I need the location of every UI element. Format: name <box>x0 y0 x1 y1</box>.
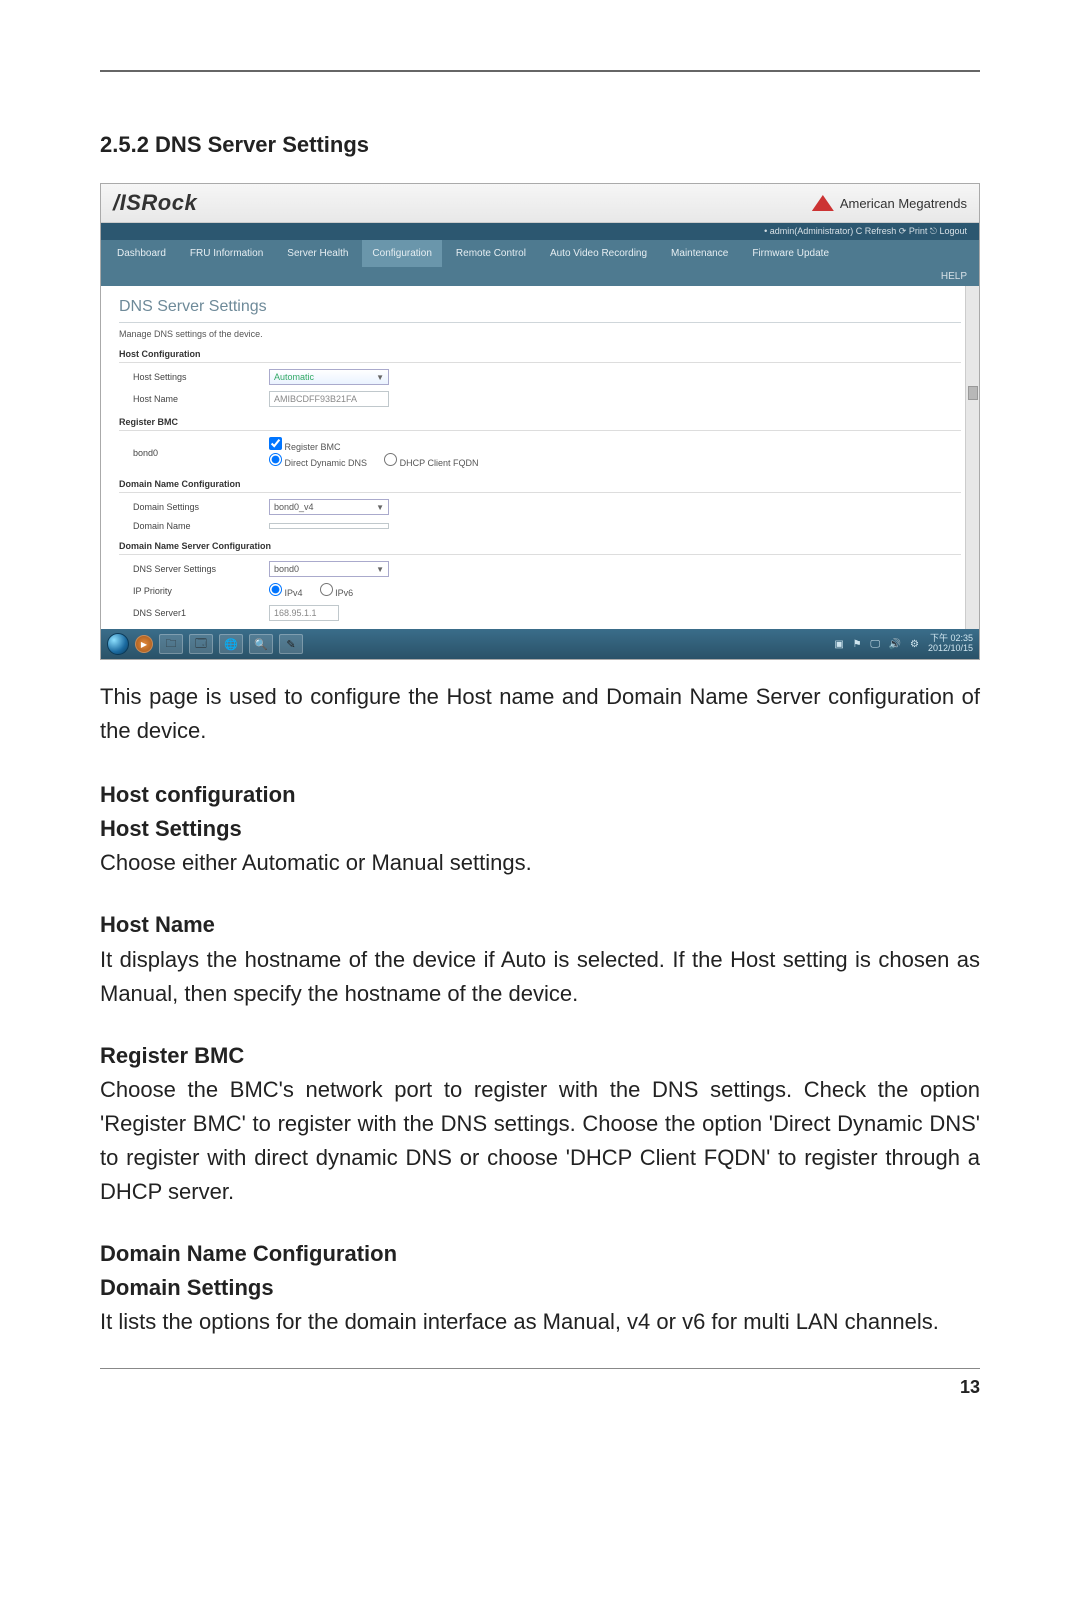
ss-register-bmc-title: Register BMC <box>119 417 961 431</box>
nav-server-health[interactable]: Server Health <box>277 240 358 267</box>
direct-dynamic-dns-radio[interactable]: Direct Dynamic DNS <box>269 458 367 468</box>
ss-desc: Manage DNS settings of the device. <box>119 329 961 339</box>
page-number: 13 <box>100 1369 980 1398</box>
dns-server1-label: DNS Server1 <box>119 608 269 618</box>
ss-body: DNS Server Settings Manage DNS settings … <box>101 286 979 629</box>
host-settings-heading: Host Settings <box>100 812 980 846</box>
ss-host-config-title: Host Configuration <box>119 349 961 363</box>
domain-settings-heading: Domain Settings <box>100 1271 980 1305</box>
domain-name-input[interactable] <box>269 523 389 529</box>
ss-domain-config-title: Domain Name Configuration <box>119 479 961 493</box>
ss-register-bmc: Register BMC bond0 Register BMC Direct D… <box>119 417 961 469</box>
ss-header: /ISRock American Megatrends <box>101 184 979 223</box>
dns-settings-label: DNS Server Settings <box>119 564 269 574</box>
ami-logo: American Megatrends <box>812 195 967 211</box>
ss-help-link[interactable]: HELP <box>101 267 979 286</box>
ipv4-label: IPv4 <box>285 588 303 598</box>
top-rule <box>100 70 980 72</box>
host-settings-text: Choose either Automatic or Manual settin… <box>100 846 980 880</box>
scrollbar[interactable] <box>965 286 979 629</box>
ipv6-label: IPv6 <box>335 588 353 598</box>
register-bmc-check-input[interactable] <box>269 437 282 450</box>
wmp-icon[interactable]: ▶ <box>135 635 153 653</box>
ami-triangle-icon <box>812 195 834 211</box>
tray-date: 2012/10/15 <box>928 644 973 654</box>
ss-nav: Dashboard FRU Information Server Health … <box>101 240 979 267</box>
dns-settings-select[interactable]: bond0 ▼ <box>269 561 389 577</box>
domain-config-heading: Domain Name Configuration <box>100 1237 980 1271</box>
dns-settings-value: bond0 <box>274 564 299 574</box>
chevron-down-icon: ▼ <box>376 565 384 574</box>
domain-settings-text: It lists the options for the domain inte… <box>100 1305 980 1339</box>
ami-text: American Megatrends <box>840 196 967 211</box>
ss-user-bar: • admin(Administrator) C Refresh ⟳ Print… <box>101 223 979 240</box>
domain-settings-select[interactable]: bond0_v4 ▼ <box>269 499 389 515</box>
host-name-text: It displays the hostname of the device i… <box>100 943 980 1011</box>
ddns-radio-input[interactable] <box>269 453 282 466</box>
dns-server1-input[interactable]: 168.95.1.1 <box>269 605 339 621</box>
ipv6-radio[interactable]: IPv6 <box>320 588 354 598</box>
system-tray: ▣ ⚑ 🖵 🔊 ⚙ 下午 02:35 2012/10/15 <box>834 629 973 659</box>
taskbar-app-1[interactable]: 🗀 <box>159 634 183 654</box>
taskbar-app-2[interactable]: 🗔 <box>189 634 213 654</box>
dhcp-radio-input[interactable] <box>384 453 397 466</box>
asrock-logo: /ISRock <box>113 190 197 216</box>
scrollbar-thumb[interactable] <box>968 386 978 400</box>
windows-taskbar: ▶ 🗀 🗔 🌐 🔍 ✎ ▣ ⚑ 🖵 🔊 ⚙ 下午 02:35 2012/10/1… <box>101 629 979 659</box>
register-bmc-text: Choose the BMC's network port to registe… <box>100 1073 980 1209</box>
nav-configuration[interactable]: Configuration <box>362 240 441 267</box>
ip-priority-label: IP Priority <box>119 586 269 596</box>
nav-dashboard[interactable]: Dashboard <box>107 240 176 267</box>
ss-dns-config-title: Domain Name Server Configuration <box>119 541 961 555</box>
tray-clock[interactable]: 下午 02:35 2012/10/15 <box>928 634 973 654</box>
bond0-label: bond0 <box>119 448 269 458</box>
dhcp-client-fqdn-radio[interactable]: DHCP Client FQDN <box>384 458 478 468</box>
taskbar-app-4[interactable]: 🔍 <box>249 634 273 654</box>
nav-remote-control[interactable]: Remote Control <box>446 240 536 267</box>
nav-auto-video-recording[interactable]: Auto Video Recording <box>540 240 657 267</box>
nav-firmware-update[interactable]: Firmware Update <box>742 240 839 267</box>
section-title: 2.5.2 DNS Server Settings <box>100 132 980 158</box>
ss-domain-name-config: Domain Name Configuration Domain Setting… <box>119 479 961 531</box>
domain-name-label: Domain Name <box>119 521 269 531</box>
nav-fru-information[interactable]: FRU Information <box>180 240 273 267</box>
register-bmc-heading: Register BMC <box>100 1039 980 1073</box>
ss-host-config: Host Configuration Host Settings Automat… <box>119 349 961 407</box>
ddns-radio-label: Direct Dynamic DNS <box>285 458 368 468</box>
intro-paragraph: This page is used to configure the Host … <box>100 680 980 748</box>
start-orb-icon[interactable] <box>107 633 129 655</box>
host-settings-value: Automatic <box>274 372 314 382</box>
ipv4-radio[interactable]: IPv4 <box>269 588 303 598</box>
host-settings-label: Host Settings <box>119 372 269 382</box>
dhcp-radio-label: DHCP Client FQDN <box>400 458 479 468</box>
host-name-heading: Host Name <box>100 908 980 942</box>
ipv6-radio-input[interactable] <box>320 583 333 596</box>
host-config-block: Host configuration Host Settings Choose … <box>100 778 980 880</box>
host-name-label: Host Name <box>119 394 269 404</box>
register-bmc-block: Register BMC Choose the BMC's network po… <box>100 1039 980 1209</box>
ss-page-title: DNS Server Settings <box>119 298 961 323</box>
taskbar-app-5[interactable]: ✎ <box>279 634 303 654</box>
domain-settings-value: bond0_v4 <box>274 502 314 512</box>
taskbar-app-3[interactable]: 🌐 <box>219 634 243 654</box>
host-config-heading: Host configuration <box>100 778 980 812</box>
nav-maintenance[interactable]: Maintenance <box>661 240 738 267</box>
host-name-block: Host Name It displays the hostname of th… <box>100 908 980 1010</box>
chevron-down-icon: ▼ <box>376 373 384 382</box>
domain-settings-label: Domain Settings <box>119 502 269 512</box>
ss-dns-server-config: Domain Name Server Configuration DNS Ser… <box>119 541 961 621</box>
chevron-down-icon: ▼ <box>376 503 384 512</box>
register-bmc-check-label: Register BMC <box>285 442 341 452</box>
ipv4-radio-input[interactable] <box>269 583 282 596</box>
screenshot-dns-settings: /ISRock American Megatrends • admin(Admi… <box>100 183 980 660</box>
host-settings-select[interactable]: Automatic ▼ <box>269 369 389 385</box>
tray-icons[interactable]: ▣ ⚑ 🖵 🔊 ⚙ <box>834 639 922 650</box>
domain-config-block: Domain Name Configuration Domain Setting… <box>100 1237 980 1339</box>
host-name-input[interactable]: AMIBCDFF93B21FA <box>269 391 389 407</box>
register-bmc-checkbox[interactable]: Register BMC <box>269 442 341 452</box>
